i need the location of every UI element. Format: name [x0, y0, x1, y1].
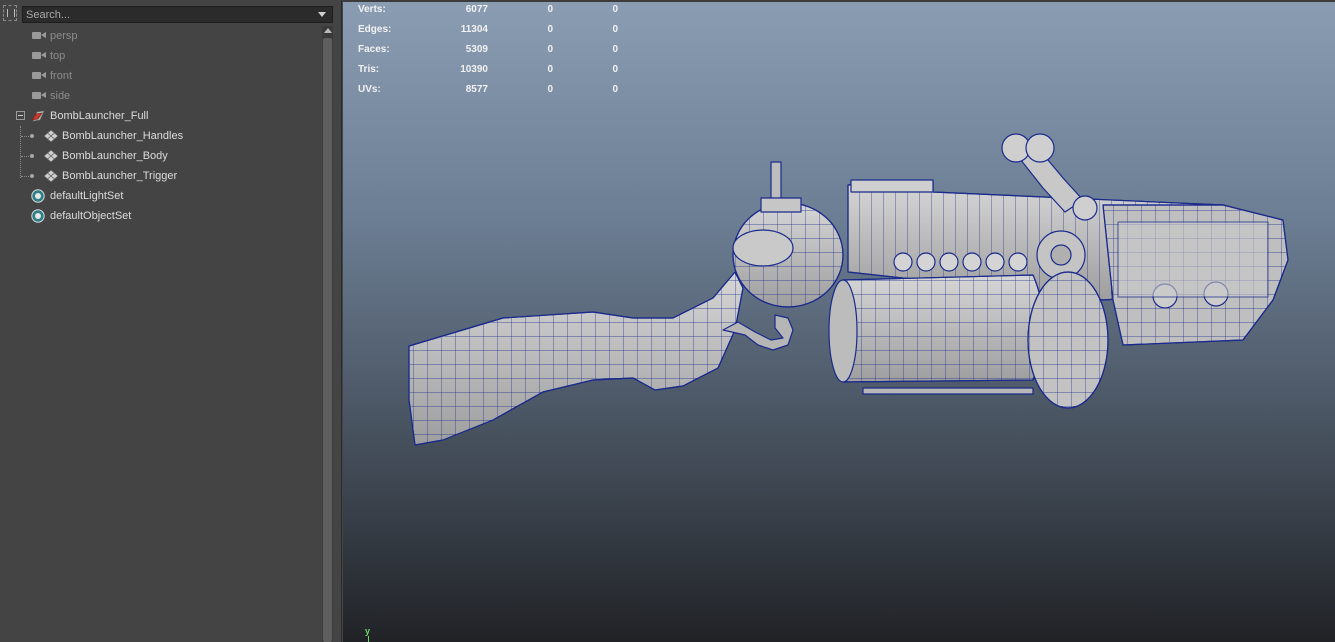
outliner-item-persp[interactable]: persp — [0, 26, 322, 46]
outliner-item-label: top — [50, 50, 66, 62]
scroll-up-icon[interactable] — [324, 28, 332, 33]
outliner-item-label: BombLauncher_Handles — [62, 130, 184, 142]
outliner-item-label: defaultLightSet — [50, 190, 124, 202]
outliner-scrollbar[interactable] — [322, 26, 333, 642]
tree-line — [20, 126, 22, 178]
outliner-item-front[interactable]: front — [0, 66, 322, 86]
outliner-item-bomblauncher-body[interactable]: BombLauncher_Body — [0, 146, 322, 166]
tree-node-dot — [30, 174, 34, 178]
outliner-item-defaultobjectset[interactable]: defaultObjectSet — [0, 206, 322, 226]
camera-icon — [32, 32, 46, 39]
camera-icon — [32, 52, 46, 59]
axis-y-line — [368, 636, 369, 642]
bomb-launcher-model[interactable] — [343, 0, 1335, 642]
outliner-item-label: side — [50, 90, 71, 102]
group-icon — [31, 110, 45, 122]
mesh-icon — [44, 150, 58, 162]
outliner-item-side[interactable]: side — [0, 86, 322, 106]
scroll-thumb[interactable] — [323, 38, 332, 642]
outliner-item-bomblauncher-handles[interactable]: BombLauncher_Handles — [0, 126, 322, 146]
filter-icon[interactable] — [3, 5, 17, 21]
camera-icon — [32, 72, 46, 79]
outliner-item-defaultlightset[interactable]: defaultLightSet — [0, 186, 322, 206]
outliner-item-label: BombLauncher_Body — [62, 150, 168, 162]
chevron-down-icon[interactable] — [318, 12, 326, 17]
tree-node-dot — [30, 134, 34, 138]
outliner-item-label: BombLauncher_Trigger — [62, 170, 178, 182]
outliner-item-label: BombLauncher_Full — [50, 110, 149, 122]
outliner-item-label: persp — [50, 30, 78, 42]
outliner-tree: persp top front side BombLauncher_Full B… — [0, 26, 322, 226]
outliner-item-label: front — [50, 70, 73, 82]
outliner-item-bomblauncher-trigger[interactable]: BombLauncher_Trigger — [0, 166, 322, 186]
outliner-item-label: defaultObjectSet — [50, 210, 132, 222]
axis-y-label: y — [365, 626, 371, 636]
collapse-toggle-icon[interactable] — [16, 111, 25, 120]
outliner-item-bomblauncher-full[interactable]: BombLauncher_Full — [0, 106, 322, 126]
viewport-panel[interactable]: Verts: 6077 0 0 Edges: 11304 0 0 Faces: … — [343, 0, 1335, 642]
set-icon — [31, 209, 45, 223]
mesh-icon — [44, 130, 58, 142]
outliner-item-top[interactable]: top — [0, 46, 322, 66]
outliner-panel: persp top front side BombLauncher_Fu — [0, 0, 342, 642]
maya-window: persp top front side BombLauncher_Fu — [0, 0, 1335, 642]
set-icon — [31, 189, 45, 203]
search-input[interactable] — [22, 6, 333, 23]
outliner-search-bar — [0, 4, 342, 24]
camera-icon — [32, 92, 46, 99]
mesh-icon — [44, 170, 58, 182]
tree-node-dot — [30, 154, 34, 158]
